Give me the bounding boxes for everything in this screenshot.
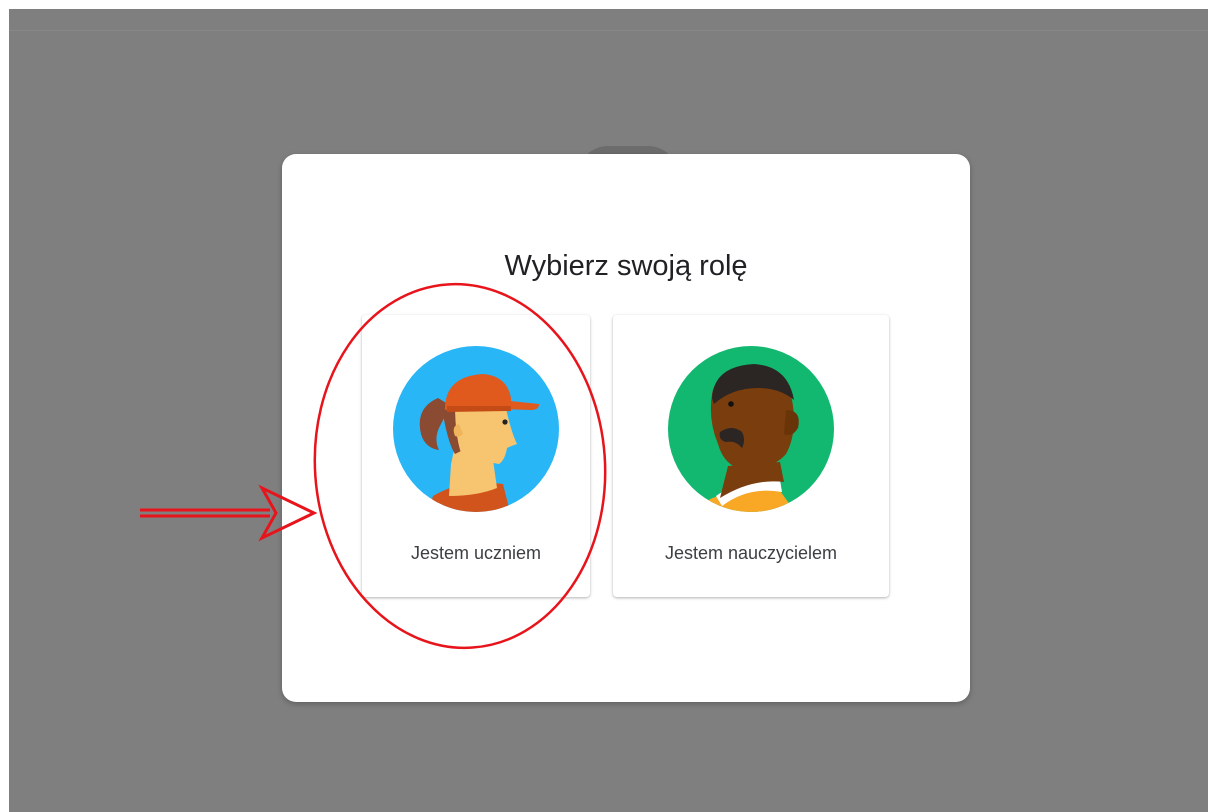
page-header-divider <box>9 30 1208 31</box>
teacher-role-card[interactable]: Jestem nauczycielem <box>613 315 889 597</box>
teacher-role-label: Jestem nauczycielem <box>664 543 838 563</box>
student-role-label: Jestem uczniem <box>410 543 542 563</box>
dialog-title: Wybierz swoją rolę <box>504 250 748 282</box>
student-avatar-icon <box>393 346 559 512</box>
role-selection-dialog: Wybierz swoją rolę Jestem uczniem Jestem… <box>282 154 970 702</box>
student-role-card[interactable]: Jestem uczniem <box>362 315 590 597</box>
teacher-avatar-icon <box>668 346 834 512</box>
screen: Wybierz swoją rolę Jestem uczniem Jestem… <box>0 0 1208 812</box>
